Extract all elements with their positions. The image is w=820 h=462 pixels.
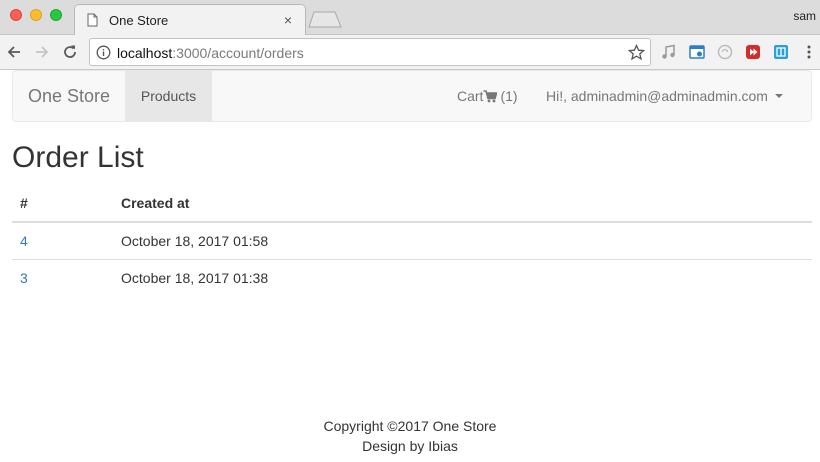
extension-icon[interactable] [661,44,677,60]
browser-titlebar: One Store × sam [0,0,820,35]
order-link[interactable]: 3 [20,270,28,286]
table-row: 3 October 18, 2017 01:38 [12,259,812,296]
order-link[interactable]: 4 [20,233,28,249]
menu-dots-icon[interactable] [801,44,817,60]
tab-title: One Store [109,12,169,28]
extension-icon[interactable] [773,44,789,60]
footer-copyright: Copyright ©2017 One Store [323,418,497,434]
table-row: 4 October 18, 2017 01:58 [12,222,812,260]
window-minimize-button[interactable] [30,9,42,21]
new-tab-button[interactable] [308,11,342,28]
order-created-at: October 18, 2017 01:38 [121,269,269,286]
browser-toolbar: localhost:3000/account/orders [0,35,820,70]
reload-icon [64,45,76,58]
footer-design-credit: Design by Ibias [362,438,458,454]
info-icon[interactable] [96,45,111,60]
reload-button[interactable] [60,42,80,62]
url-text[interactable]: localhost:3000/account/orders [117,45,304,61]
page-footer: Copyright ©2017 One Store Design by Ibia… [0,416,820,456]
url-path: :3000/account/orders [172,45,304,61]
window-maximize-button[interactable] [50,9,62,21]
shopping-cart-icon [483,89,498,102]
page-title: Order List [12,141,144,174]
star-icon[interactable] [628,44,645,61]
url-host: localhost [117,45,173,61]
column-header-number: # [12,184,113,223]
forward-arrow-icon [36,46,49,58]
window-close-button[interactable] [10,9,22,21]
forward-button[interactable] [32,42,52,62]
nav-item-products[interactable]: Products [125,71,212,121]
column-header-created-at: Created at [113,184,812,223]
back-arrow-icon [7,46,20,58]
site-navbar: One Store Products Cart (1) Hi!, adminad… [12,70,812,122]
cart-label: Cart [457,88,484,104]
address-bar[interactable]: localhost:3000/account/orders [89,38,651,66]
nav-item-cart[interactable]: Cart (1) [457,71,518,121]
orders-table: # Created at 4 October 18, 2017 01:58 3 … [12,184,812,296]
extension-icon[interactable] [689,44,705,60]
extension-icon[interactable] [745,44,761,60]
profile-name[interactable]: sam [793,9,816,23]
order-created-at: October 18, 2017 01:58 [113,222,812,260]
user-dropdown[interactable]: Hi!, adminadmin@adminadmin.com [546,71,783,121]
back-button[interactable] [4,42,24,62]
close-icon[interactable]: × [281,12,295,28]
page-favicon-icon [87,13,98,27]
caret-down-icon [774,94,783,98]
cart-count: (1) [500,88,518,104]
extension-icon[interactable] [717,44,733,60]
user-greeting: Hi!, adminadmin@adminadmin.com [546,88,768,104]
brand-link[interactable]: One Store [28,86,110,106]
table-header-row: # Created at [12,184,812,223]
browser-tab-active[interactable]: One Store × [74,4,306,35]
